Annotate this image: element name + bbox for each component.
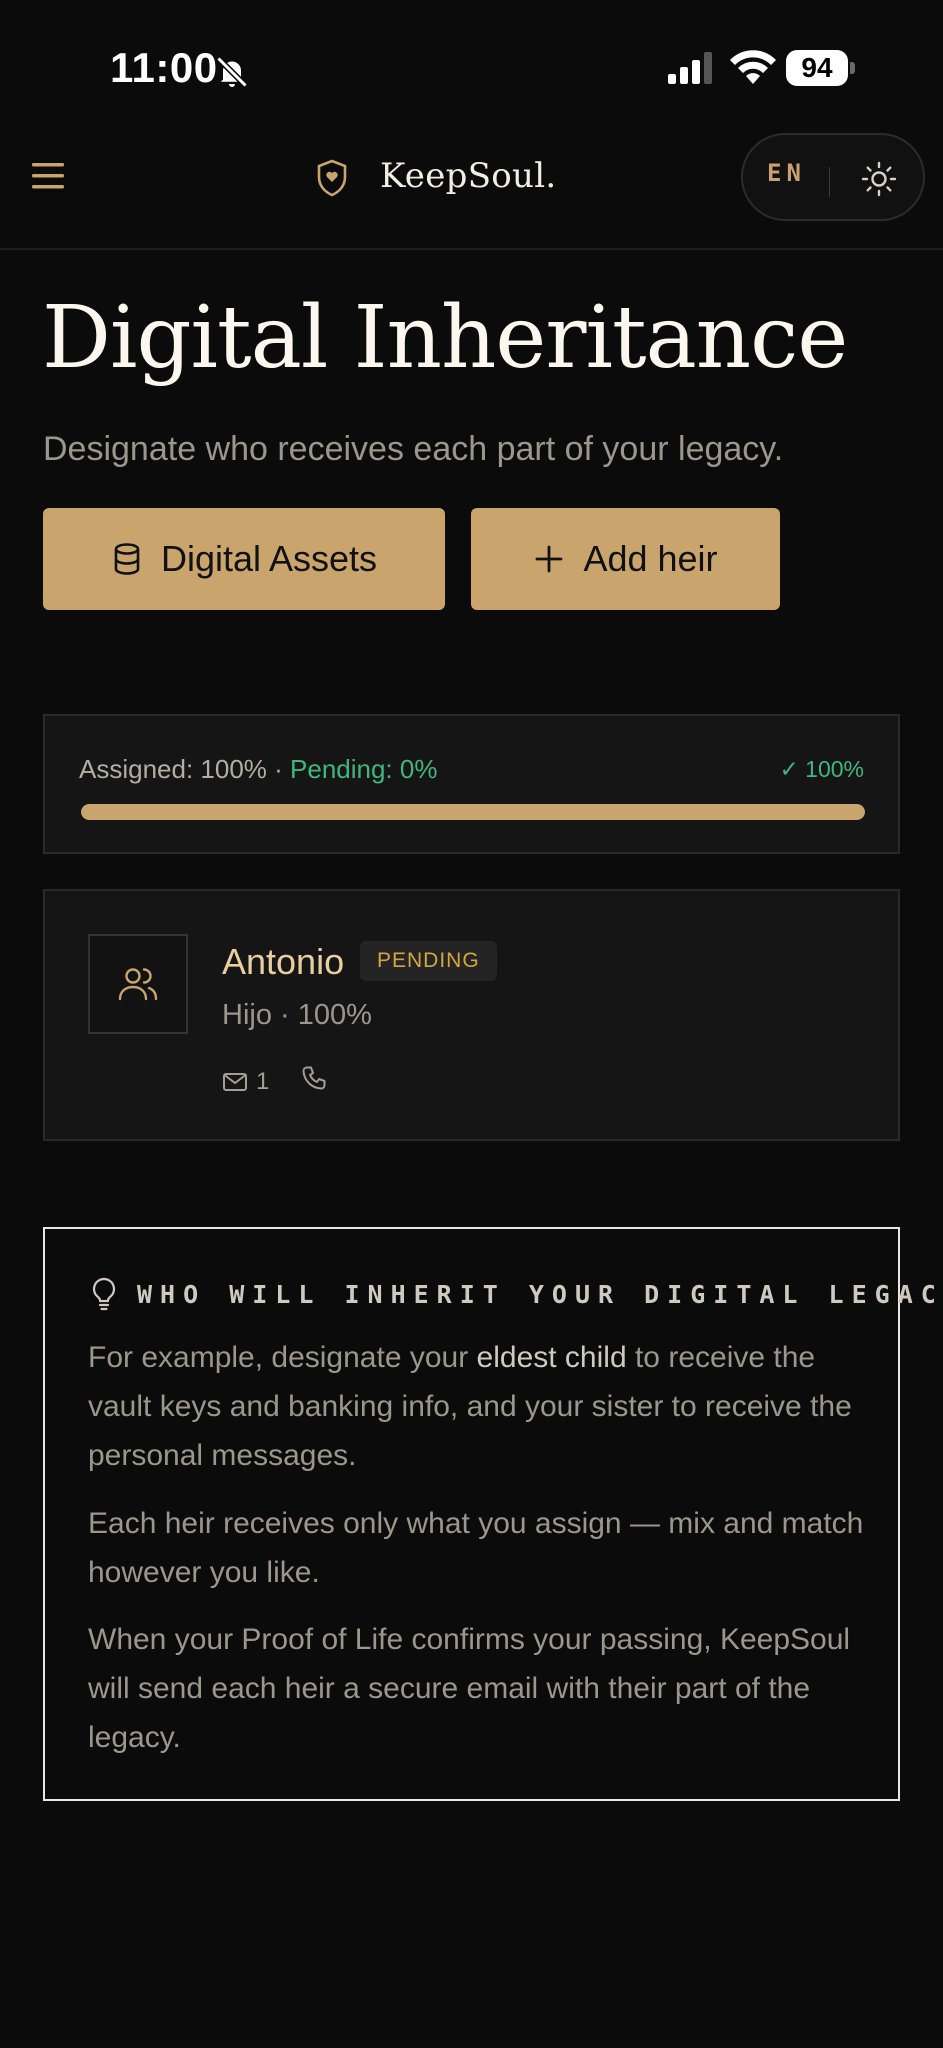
digital-assets-label: Digital Assets: [160, 538, 378, 579]
header-divider: [0, 248, 943, 250]
mail-icon[interactable]: [222, 1069, 248, 1095]
assigned-text: Assigned: 100%: [79, 754, 267, 784]
battery-level: 94: [801, 52, 833, 83]
separator: ·: [266, 754, 291, 784]
language-toggle[interactable]: EN: [767, 159, 806, 187]
sun-icon[interactable]: [861, 161, 897, 197]
info-title: WHO WILL INHERIT YOUR DIGITAL LEGACY: [137, 1279, 943, 1309]
heir-relation-share: Hijo · 100%: [222, 999, 372, 1031]
lightbulb-icon: [92, 1277, 116, 1311]
brand-name[interactable]: KeepSoul.: [380, 156, 557, 196]
status-time: 11:00: [110, 44, 218, 91]
email-count: 1: [256, 1067, 270, 1095]
progress-complete-indicator: ✓ 100%: [779, 756, 865, 782]
heir-name: Antonio: [222, 941, 345, 982]
language-theme-toggle: EN: [741, 133, 925, 221]
page-title: Digital Inheritance: [42, 288, 848, 388]
phone-wrap: [301, 1065, 327, 1098]
shield-heart-logo-icon: [317, 159, 347, 197]
digital-assets-button[interactable]: Digital Assets: [43, 508, 445, 610]
avatar: [88, 934, 188, 1034]
add-heir-label: Add heir: [583, 538, 718, 579]
info-header: WHO WILL INHERIT YOUR DIGITAL LEGACY: [91, 1277, 943, 1311]
heir-card[interactable]: Antonio PENDING Hijo · 100% 1: [43, 889, 900, 1141]
bell-muted-icon: [216, 56, 248, 88]
cellular-signal-icon: [668, 52, 712, 84]
progress-bar: [81, 804, 865, 820]
p1-highlight: eldest child: [476, 1341, 627, 1374]
divider: [829, 167, 830, 197]
progress-summary: Assigned: 100% · Pending: 0%: [79, 754, 437, 785]
page-subtitle: Designate who receives each part of your…: [43, 430, 784, 468]
users-icon: [118, 968, 158, 1001]
add-heir-button[interactable]: Add heir: [471, 508, 780, 610]
progress-bar-fill: [81, 804, 865, 820]
assignment-progress-card: Assigned: 100% · Pending: 0% ✓ 100%: [43, 714, 900, 854]
info-paragraph-proof-of-life: When your Proof of Life confirms your pa…: [88, 1623, 851, 1754]
p1-before: For example, designate your: [88, 1341, 477, 1374]
menu-icon[interactable]: [30, 160, 66, 192]
pending-text: Pending: 0%: [290, 754, 438, 784]
phone-icon[interactable]: [301, 1065, 327, 1091]
status-badge: PENDING: [360, 941, 497, 981]
wifi-icon: [730, 50, 776, 84]
database-icon: [114, 543, 140, 575]
heir-contacts: 1: [222, 1065, 327, 1098]
plus-icon: [536, 545, 563, 573]
info-paragraph-example: For example, designate your eldest child…: [88, 1333, 868, 1480]
battery-indicator: 94: [786, 50, 856, 86]
info-paragraph-assign: Each heir receives only what you assign …: [88, 1507, 864, 1589]
info-box: WHO WILL INHERIT YOUR DIGITAL LEGACY For…: [43, 1227, 943, 1801]
